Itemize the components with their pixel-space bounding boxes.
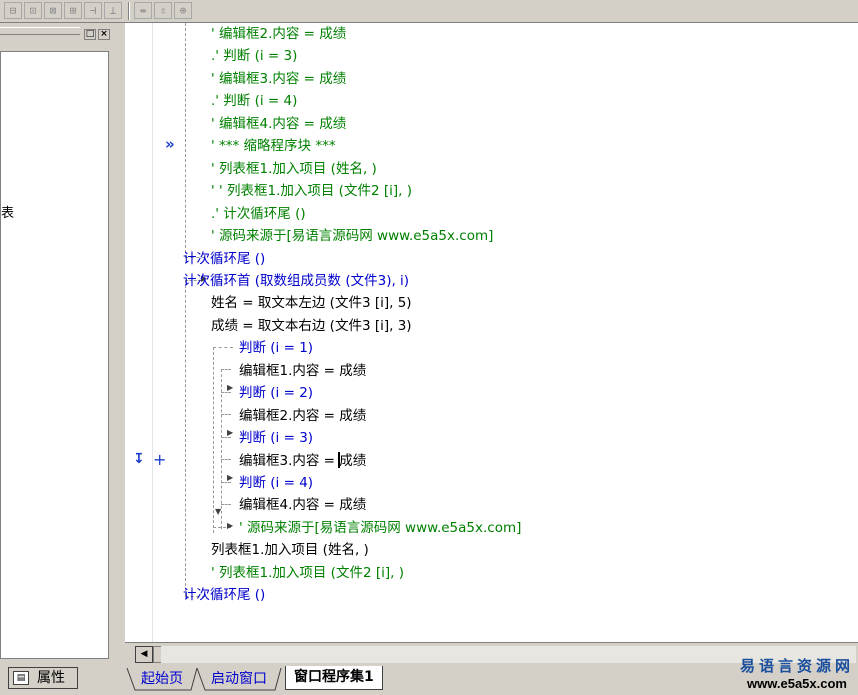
code-line[interactable]: 列表框1.加入项目 (姓名, ) — [211, 540, 369, 560]
code-line[interactable]: 编辑框4.内容 = 成绩 — [239, 495, 366, 515]
properties-list[interactable]: 表 — [0, 51, 109, 659]
code-line[interactable]: 成绩 = 取文本右边 (文件3 [i], 3) — [211, 316, 412, 336]
tab-startup-window[interactable]: 启动窗口 — [203, 668, 275, 690]
code-line[interactable]: ' 编辑框4.内容 = 成绩 — [211, 114, 346, 134]
judge-arrow-icon: ▶ — [227, 473, 234, 482]
center-icon[interactable]: ⊕ — [174, 2, 192, 19]
horizontal-space-icon[interactable]: ⇹ — [134, 2, 152, 19]
judge-arrow-icon: ▶ — [227, 521, 234, 530]
code-line[interactable]: .' 计次循环尾 () — [211, 204, 306, 224]
code-line[interactable]: 判断 (i = 2) — [239, 383, 313, 403]
truncated-label: 表 — [1, 206, 15, 221]
judge-end-arrow-icon: ▼ — [215, 507, 222, 516]
judge-guide — [221, 459, 231, 460]
code-line[interactable]: ' 源码来源于[易语言源码网 www.e5a5x.com] — [239, 518, 521, 538]
properties-tab[interactable]: ▤ 属性 — [8, 667, 78, 689]
code-line[interactable]: ' *** 缩略程序块 *** — [211, 136, 336, 156]
editor-gutter[interactable] — [125, 23, 153, 642]
properties-tab-label: 属性 — [37, 670, 65, 686]
code-editor[interactable]: » ↧ + ▶ ▶ ▶ ▶ ▶ ▼ ' 编辑框2.内容 = 成绩 .' 判断 (i… — [125, 23, 858, 642]
judge-guide — [221, 482, 231, 483]
tab-window-program-set[interactable]: 窗口程序集1 — [285, 666, 383, 690]
code-line[interactable]: ' 列表框1.加入项目 (文件2 [i], ) — [211, 563, 404, 583]
judge-guide — [221, 414, 231, 415]
panel-grip[interactable] — [0, 27, 80, 35]
align-left-icon[interactable]: ⊟ — [4, 2, 22, 19]
code-line[interactable]: 计次循环尾 () — [183, 585, 265, 605]
properties-icon: ▤ — [13, 671, 29, 685]
close-icon[interactable]: × — [98, 29, 110, 40]
watermark-url: www.e5a5x.com — [747, 676, 847, 691]
code-line[interactable]: ' ' 列表框1.加入项目 (文件2 [i], ) — [211, 181, 412, 201]
code-line[interactable]: 计次循环尾 () — [183, 249, 265, 269]
code-line[interactable]: ' 源码来源于[易语言源码网 www.e5a5x.com] — [211, 226, 493, 246]
align-middle-icon[interactable]: ⊞ — [64, 2, 82, 19]
watermark: 易语言资源网 www.e5a5x.com — [738, 655, 856, 691]
code-line[interactable]: 编辑框3.内容 = 成绩 — [239, 451, 366, 471]
code-line[interactable]: 判断 (i = 1) — [239, 338, 313, 358]
code-line[interactable]: ' 列表框1.加入项目 (姓名, ) — [211, 159, 377, 179]
left-panel: □ × 表 — [0, 23, 118, 664]
code-line[interactable]: 编辑框2.内容 = 成绩 — [239, 406, 366, 426]
judge-guide — [221, 392, 231, 393]
same-height-icon[interactable]: ⊥ — [104, 2, 122, 19]
code-line[interactable]: 姓名 = 取文本左边 (文件3 [i], 5) — [211, 293, 412, 313]
code-line[interactable]: 计次循环首 (取数组成员数 (文件3), i) — [183, 271, 409, 291]
same-width-icon[interactable]: ⊣ — [84, 2, 102, 19]
align-top-icon[interactable]: ⊠ — [44, 2, 62, 19]
judge-guide — [221, 369, 231, 370]
watermark-title: 易语言资源网 — [739, 657, 854, 675]
tab-start-page[interactable]: 起始页 — [133, 668, 191, 690]
scroll-left-icon[interactable]: ◀ — [135, 646, 153, 663]
alignment-toolbar: ⊟ ⊡ ⊠ ⊞ ⊣ ⊥ ⇹ ⇳ ⊕ — [0, 0, 858, 23]
code-line[interactable]: 编辑框1.内容 = 成绩 — [239, 361, 366, 381]
restore-icon[interactable]: □ — [84, 29, 96, 40]
code-line[interactable]: ' 编辑框3.内容 = 成绩 — [211, 69, 346, 89]
align-center-icon[interactable]: ⊡ — [24, 2, 42, 19]
code-line[interactable]: 判断 (i = 4) — [239, 473, 313, 493]
code-line[interactable]: .' 判断 (i = 3) — [211, 46, 297, 66]
loop-guide — [185, 280, 186, 596]
toolbar-separator — [128, 2, 130, 20]
judge-guide — [213, 347, 214, 533]
judge-arrow-icon: ▶ — [227, 383, 234, 392]
judge-guide — [221, 437, 231, 438]
judge-guide — [221, 504, 231, 505]
code-line[interactable]: 判断 (i = 3) — [239, 428, 313, 448]
text-caret — [338, 452, 340, 468]
vertical-space-icon[interactable]: ⇳ — [154, 2, 172, 19]
current-line-arrow-icon: ↧ — [133, 451, 145, 467]
code-line[interactable]: ' 编辑框2.内容 = 成绩 — [211, 24, 346, 44]
collapsed-block-icon[interactable]: » — [165, 135, 175, 153]
breakpoint-plus-icon[interactable]: + — [153, 450, 166, 469]
judge-guide — [213, 347, 233, 348]
block-guide — [185, 23, 186, 258]
code-line[interactable]: .' 判断 (i = 4) — [211, 91, 297, 111]
judge-arrow-icon: ▶ — [227, 428, 234, 437]
judge-guide — [221, 369, 222, 529]
